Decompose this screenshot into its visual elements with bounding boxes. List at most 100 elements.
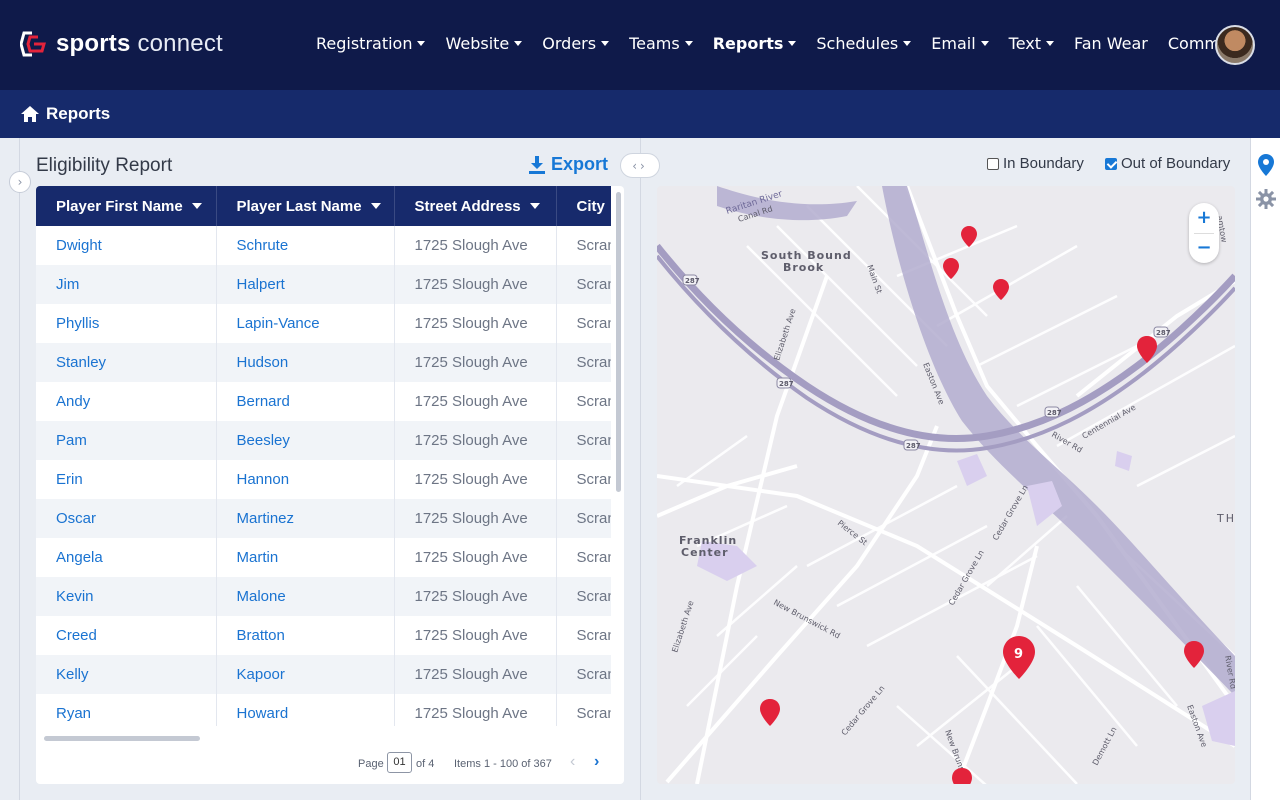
zoom-out-button[interactable]: − bbox=[1189, 233, 1219, 263]
nav-item-schedules[interactable]: Schedules bbox=[816, 34, 912, 53]
table-row[interactable]: JimHalpert1725 Slough AveScranton bbox=[36, 265, 611, 304]
table-row[interactable]: StanleyHudson1725 Slough AveScranton bbox=[36, 343, 611, 382]
player-name-link[interactable]: Creed bbox=[36, 616, 217, 655]
franklin-center-label-2: Center bbox=[681, 546, 729, 559]
player-name-link[interactable]: Pam bbox=[36, 421, 217, 460]
map-marker[interactable] bbox=[760, 699, 780, 726]
nav-item-label: Website bbox=[445, 34, 510, 53]
table-row[interactable]: PamBeesley1725 Slough AveScranton bbox=[36, 421, 611, 460]
page-number-input[interactable]: 01 bbox=[387, 752, 412, 773]
map-marker[interactable] bbox=[993, 279, 1009, 300]
nav-item-text[interactable]: Text bbox=[1009, 34, 1054, 53]
column-header[interactable]: Player Last Name bbox=[216, 186, 395, 226]
player-name-link[interactable]: Hudson bbox=[216, 343, 395, 382]
table-scroll-area[interactable]: Player First Name Player Last Name Street … bbox=[36, 186, 611, 726]
player-name-link[interactable]: Bernard bbox=[216, 382, 395, 421]
column-header[interactable]: City bbox=[556, 186, 611, 226]
player-name-link[interactable]: Martinez bbox=[216, 499, 395, 538]
out-of-boundary-checkbox[interactable] bbox=[1105, 157, 1117, 170]
player-name-link[interactable]: Kapoor bbox=[216, 655, 395, 694]
table-row[interactable]: RyanHoward1725 Slough AveScranton bbox=[36, 694, 611, 726]
horizontal-scrollbar[interactable] bbox=[44, 736, 200, 741]
export-button[interactable]: Export bbox=[529, 154, 608, 175]
prev-page-icon[interactable]: ‹ bbox=[570, 753, 575, 771]
table-row[interactable]: AngelaMartin1725 Slough AveScranton bbox=[36, 538, 611, 577]
nav-item-teams[interactable]: Teams bbox=[629, 34, 693, 53]
page-title: Reports bbox=[46, 104, 111, 123]
player-name-link[interactable]: Lapin-Vance bbox=[216, 304, 395, 343]
nav-item-fan-wear[interactable]: Fan Wear bbox=[1074, 34, 1148, 53]
sort-caret-icon[interactable] bbox=[529, 203, 540, 209]
nav-item-reports[interactable]: Reports bbox=[713, 34, 797, 53]
table-row[interactable]: KellyKapoor1725 Slough AveScranton bbox=[36, 655, 611, 694]
player-name-link[interactable]: Schrute bbox=[216, 226, 395, 265]
table-row[interactable]: DwightSchrute1725 Slough AveScranton bbox=[36, 226, 611, 265]
location-pin-icon[interactable] bbox=[1258, 154, 1274, 176]
sort-caret-icon[interactable] bbox=[370, 203, 381, 209]
player-name-link[interactable]: Howard bbox=[216, 694, 395, 726]
table-row[interactable]: AndyBernard1725 Slough AveScranton bbox=[36, 382, 611, 421]
player-name-link[interactable]: Erin bbox=[36, 460, 217, 499]
player-name-link[interactable]: Hannon bbox=[216, 460, 395, 499]
next-page-icon[interactable]: › bbox=[594, 753, 599, 771]
player-name-link[interactable]: Angela bbox=[36, 538, 217, 577]
nav-item-website[interactable]: Website bbox=[445, 34, 523, 53]
table-cell: Scranton bbox=[556, 616, 611, 655]
table-cell: Scranton bbox=[556, 538, 611, 577]
in-boundary-toggle[interactable]: In Boundary bbox=[987, 155, 1084, 172]
nav-item-registration[interactable]: Registration bbox=[316, 34, 426, 53]
table-row[interactable]: PhyllisLapin-Vance1725 Slough AveScranto… bbox=[36, 304, 611, 343]
player-name-link[interactable]: Jim bbox=[36, 265, 217, 304]
vertical-scrollbar[interactable] bbox=[616, 192, 621, 492]
table-row[interactable]: KevinMalone1725 Slough AveScranton bbox=[36, 577, 611, 616]
player-name-link[interactable]: Phyllis bbox=[36, 304, 217, 343]
caret-down-icon bbox=[601, 41, 610, 46]
player-name-link[interactable]: Martin bbox=[216, 538, 395, 577]
expand-sidebar-button[interactable]: › bbox=[9, 171, 31, 193]
edge-place-label: TH bbox=[1216, 512, 1235, 525]
sports-connect-logo[interactable]: sports connect bbox=[20, 30, 223, 58]
player-name-link[interactable]: Halpert bbox=[216, 265, 395, 304]
nav-item-email[interactable]: Email bbox=[931, 34, 989, 53]
player-name-link[interactable]: Kelly bbox=[36, 655, 217, 694]
gear-icon[interactable] bbox=[1256, 189, 1276, 209]
hwy-287-label: 287 bbox=[685, 277, 700, 285]
table-cell: 1725 Slough Ave bbox=[394, 382, 557, 421]
nav-item-orders[interactable]: Orders bbox=[542, 34, 610, 53]
table-cell: Scranton bbox=[556, 226, 611, 265]
table-cell: Scranton bbox=[556, 694, 611, 726]
player-name-link[interactable]: Stanley bbox=[36, 343, 217, 382]
download-icon bbox=[529, 155, 545, 174]
boundary-map[interactable]: 287 287 287 287 287 Raritan River Canal … bbox=[657, 186, 1235, 784]
map-marker[interactable] bbox=[1184, 641, 1204, 668]
main-nav: Registration Website Orders Teams Reports Sch… bbox=[316, 34, 1273, 53]
column-header[interactable]: Player First Name bbox=[36, 186, 217, 226]
table-row[interactable]: CreedBratton1725 Slough AveScranton bbox=[36, 616, 611, 655]
table-cell: 1725 Slough Ave bbox=[394, 694, 557, 726]
column-header[interactable]: Street Address bbox=[394, 186, 557, 226]
map-marker[interactable] bbox=[1137, 336, 1157, 363]
table-row[interactable]: ErinHannon1725 Slough AveScranton bbox=[36, 460, 611, 499]
split-resize-handle[interactable]: ‹› bbox=[620, 153, 660, 178]
player-name-link[interactable]: Dwight bbox=[36, 226, 217, 265]
out-of-boundary-toggle[interactable]: Out of Boundary bbox=[1105, 155, 1230, 172]
in-boundary-checkbox[interactable] bbox=[987, 157, 999, 170]
map-canvas: 287 287 287 287 287 Raritan River Canal … bbox=[657, 186, 1235, 784]
player-name-link[interactable]: Kevin bbox=[36, 577, 217, 616]
zoom-in-button[interactable]: + bbox=[1189, 203, 1219, 233]
sort-caret-icon[interactable] bbox=[191, 203, 202, 209]
table-row[interactable]: OscarMartinez1725 Slough AveScranton bbox=[36, 499, 611, 538]
top-nav-bar: sports connect Registration Website Orders… bbox=[0, 0, 1280, 90]
player-name-link[interactable]: Bratton bbox=[216, 616, 395, 655]
table-cell: 1725 Slough Ave bbox=[394, 655, 557, 694]
player-name-link[interactable]: Ryan bbox=[36, 694, 217, 726]
column-header-content: City bbox=[577, 198, 612, 215]
player-name-link[interactable]: Malone bbox=[216, 577, 395, 616]
player-name-link[interactable]: Andy bbox=[36, 382, 217, 421]
chevron-right-icon: › bbox=[17, 175, 23, 189]
table-cell: Scranton bbox=[556, 655, 611, 694]
home-icon[interactable] bbox=[20, 104, 40, 124]
player-name-link[interactable]: Beesley bbox=[216, 421, 395, 460]
player-name-link[interactable]: Oscar bbox=[36, 499, 217, 538]
user-avatar[interactable] bbox=[1215, 25, 1255, 65]
